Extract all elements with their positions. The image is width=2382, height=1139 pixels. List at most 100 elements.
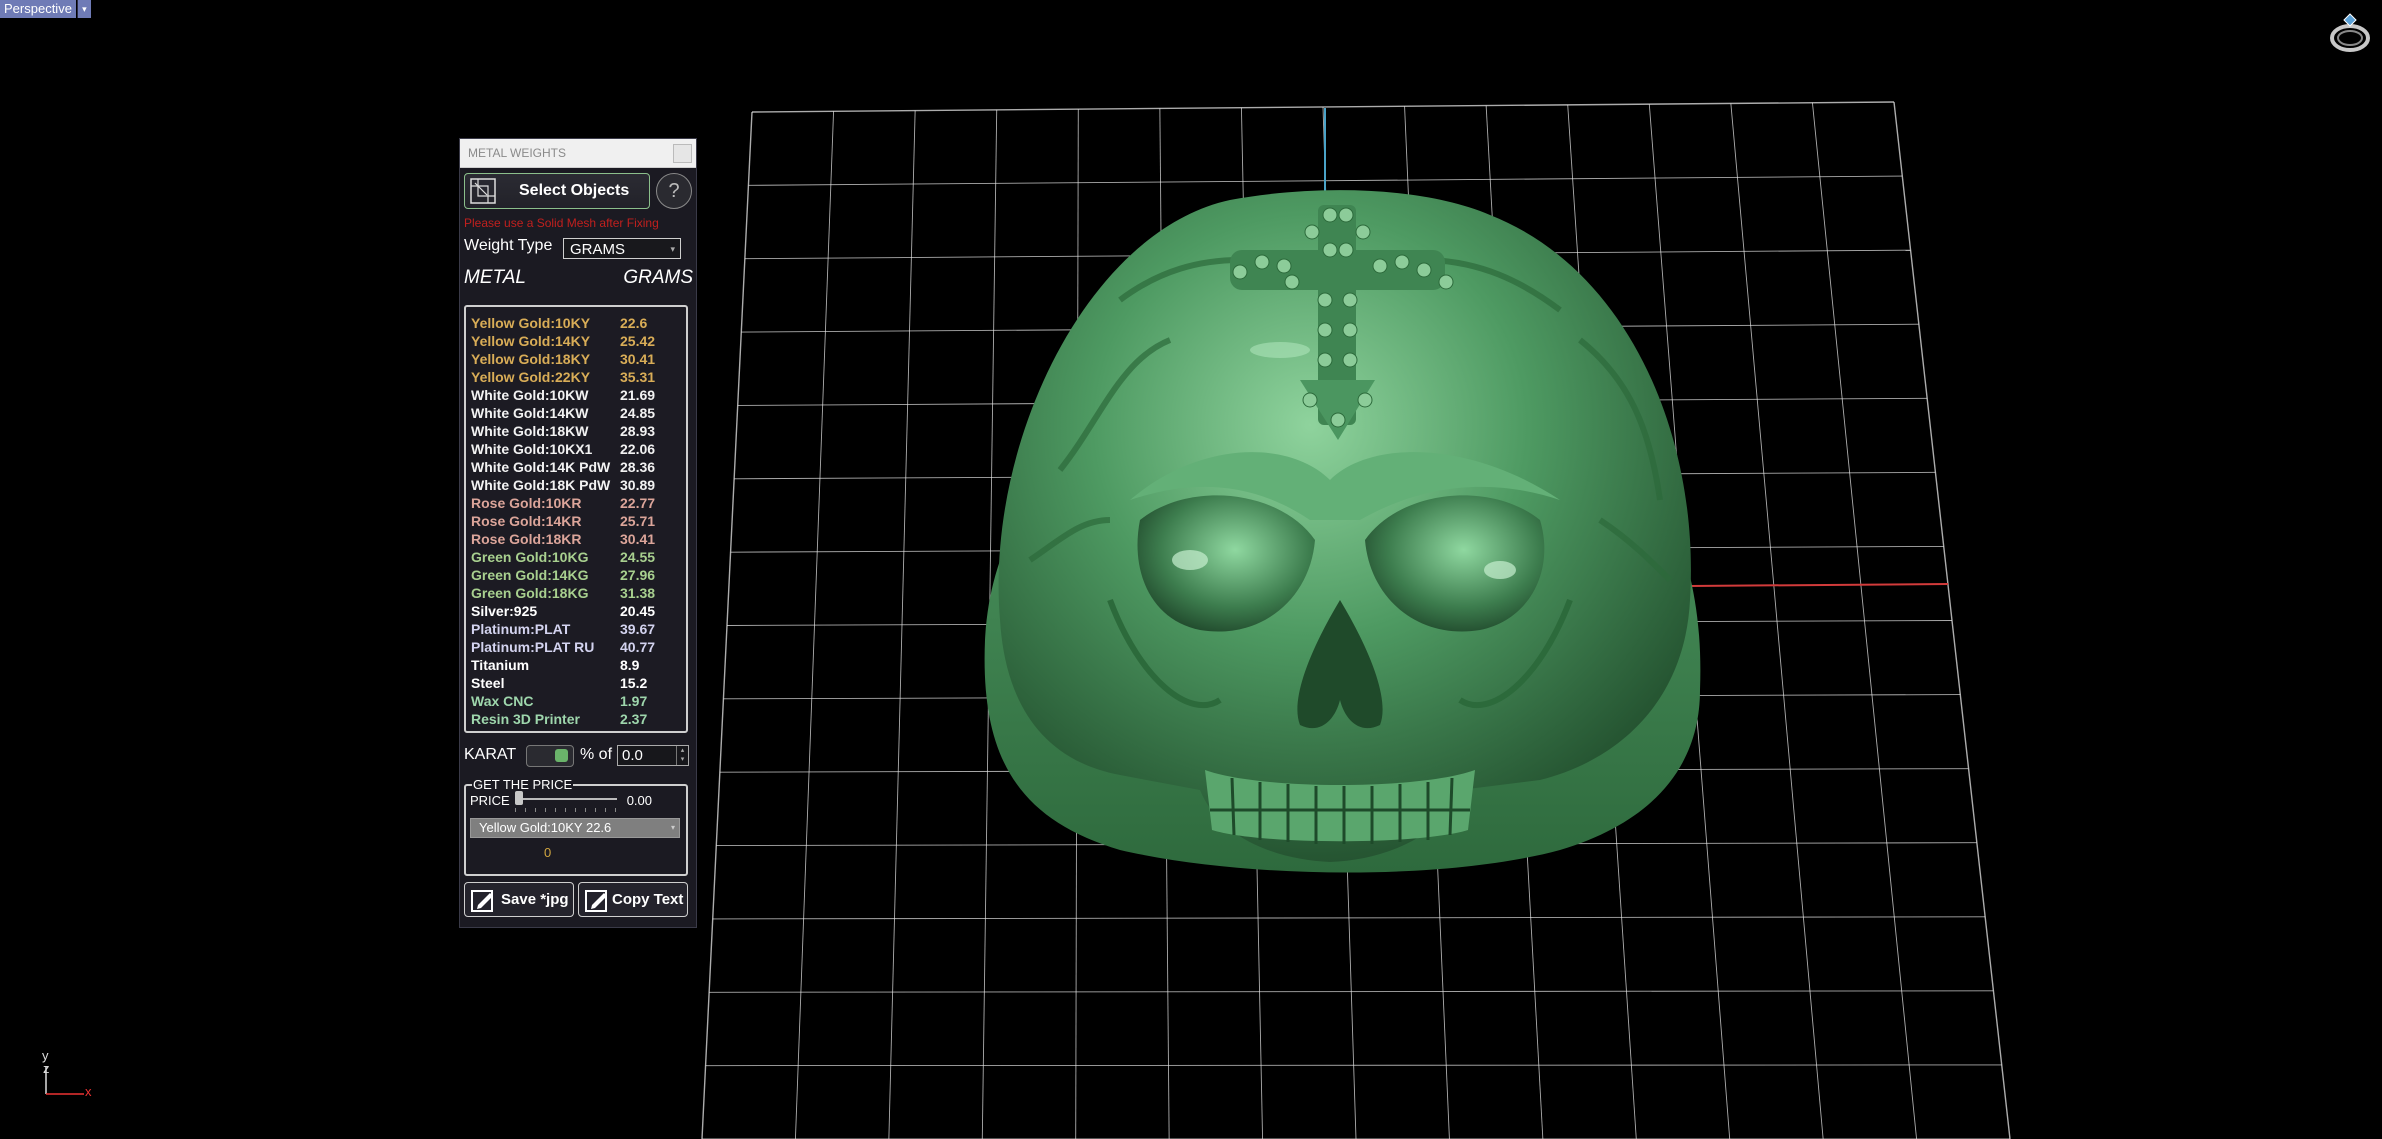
price-metal-select[interactable]: Yellow Gold:10KY 22.6 ▾: [470, 818, 680, 838]
spinner-icon[interactable]: ▴ ▾: [676, 746, 688, 765]
price-selected-metal: Yellow Gold:10KY 22.6: [479, 820, 612, 835]
metal-grams: 31.38: [620, 585, 656, 601]
metal-name: Titanium: [471, 657, 530, 673]
metal-row[interactable]: White Gold:10KW 21.69: [466, 386, 686, 404]
metal-row[interactable]: White Gold:14K PdW 28.36: [466, 458, 686, 476]
price-total: 0: [544, 845, 552, 860]
metal-grams: 25.71: [620, 513, 656, 529]
weight-type-value: GRAMS: [570, 241, 626, 258]
metal-grams: 40.77: [620, 639, 656, 655]
price-group-label: GET THE PRICE: [472, 777, 574, 792]
viewport-title[interactable]: Perspective ▾: [0, 0, 91, 18]
karat-label: KARAT: [464, 746, 517, 763]
price-slider-track[interactable]: [515, 798, 617, 800]
metal-column-header: METAL: [464, 267, 526, 288]
metal-grams: 22.6: [620, 315, 648, 331]
edit-icon: [585, 889, 607, 912]
metal-row[interactable]: Rose Gold:14KR 25.71: [466, 512, 686, 530]
metal-row[interactable]: White Gold:18KW 28.93: [466, 422, 686, 440]
karat-toggle-indicator: [555, 749, 568, 762]
metal-row[interactable]: Green Gold:10KG 24.55: [466, 548, 686, 566]
help-button[interactable]: ?: [656, 173, 692, 209]
metal-grams: 35.31: [620, 369, 656, 385]
metal-row[interactable]: Platinum:PLAT RU 40.77: [466, 638, 686, 656]
metal-name: Wax CNC: [471, 693, 534, 709]
metal-name: White Gold:10KX1: [471, 441, 593, 457]
metal-row[interactable]: Silver:925 20.45: [466, 602, 686, 620]
metal-grams: 27.96: [620, 567, 656, 583]
price-slider-ticks: [515, 808, 617, 812]
metal-row[interactable]: Yellow Gold:14KY 25.42: [466, 332, 686, 350]
metal-row[interactable]: White Gold:10KX1 22.06: [466, 440, 686, 458]
grams-column-header: GRAMS: [623, 267, 693, 288]
metal-row[interactable]: Resin 3D Printer 2.37: [466, 710, 686, 728]
metal-grams: 2.37: [620, 711, 648, 727]
save-icon: [471, 889, 493, 912]
ring-render-icon[interactable]: [2328, 10, 2372, 54]
percent-value: 0.0: [622, 747, 643, 764]
metal-grams: 24.85: [620, 405, 656, 421]
select-row: Select Objects ?: [464, 173, 692, 209]
karat-toggle[interactable]: [526, 745, 574, 767]
chevron-down-icon: ▾: [670, 823, 675, 832]
metal-row[interactable]: Yellow Gold:18KY 30.41: [466, 350, 686, 368]
price-label: PRICE: [470, 793, 510, 808]
select-objects-button[interactable]: Select Objects: [464, 173, 650, 209]
metal-name: Rose Gold:18KR: [471, 531, 582, 547]
metal-name: White Gold:18K PdW: [471, 477, 611, 493]
viewport-menu-arrow-icon[interactable]: ▾: [76, 0, 91, 18]
metal-row[interactable]: Rose Gold:10KR 22.77: [466, 494, 686, 512]
select-objects-label: Select Objects: [519, 182, 630, 199]
metal-name: White Gold:18KW: [471, 423, 589, 439]
metal-name: Yellow Gold:18KY: [471, 351, 591, 367]
metal-row[interactable]: Yellow Gold:22KY 35.31: [466, 368, 686, 386]
metal-name: Silver:925: [471, 603, 538, 619]
price-slider-thumb[interactable]: [515, 791, 523, 805]
metal-row[interactable]: Steel 15.2: [466, 674, 686, 692]
skull-ring-model[interactable]: [984, 190, 1701, 873]
metal-row[interactable]: Wax CNC 1.97: [466, 692, 686, 710]
metal-weights-list[interactable]: Yellow Gold:10KY 22.6 Yellow Gold:14KY 25.4…: [464, 305, 688, 733]
metal-grams: 39.67: [620, 621, 656, 637]
copy-text-label: Copy Text: [612, 891, 684, 908]
metal-grams: 30.41: [620, 351, 656, 367]
metal-grams: 28.36: [620, 459, 656, 475]
metal-grams: 30.89: [620, 477, 656, 493]
x-axis-line: [1689, 583, 1949, 587]
percent-of-label: % of: [580, 746, 613, 763]
metal-name: Green Gold:18KG: [471, 585, 589, 601]
metal-row[interactable]: Yellow Gold:10KY 22.6: [466, 314, 686, 332]
metal-name: White Gold:10KW: [471, 387, 589, 403]
metal-row[interactable]: Green Gold:14KG 27.96: [466, 566, 686, 584]
save-jpg-button[interactable]: Save *jpg: [464, 882, 574, 917]
metal-row[interactable]: Rose Gold:18KR 30.41: [466, 530, 686, 548]
metal-row[interactable]: Green Gold:18KG 31.38: [466, 584, 686, 602]
metal-name: White Gold:14KW: [471, 405, 589, 421]
axis-x-label: x: [85, 1084, 92, 1099]
metal-grams: 24.55: [620, 549, 656, 565]
select-objects-icon: [470, 178, 496, 204]
copy-text-button[interactable]: Copy Text: [578, 882, 688, 917]
percent-input[interactable]: 0.0 ▴ ▾: [617, 745, 689, 766]
metal-row[interactable]: White Gold:14KW 24.85: [466, 404, 686, 422]
price-value: 0.00: [626, 793, 652, 808]
metal-name: Rose Gold:14KR: [471, 513, 582, 529]
metal-grams: 15.2: [620, 675, 648, 691]
panel-close-button[interactable]: [673, 144, 692, 163]
axis-gizmo: y z x: [34, 1048, 104, 1104]
metal-row[interactable]: White Gold:18K PdW 30.89: [466, 476, 686, 494]
metal-name: Platinum:PLAT: [471, 621, 571, 637]
viewport-name[interactable]: Perspective: [0, 0, 76, 18]
metal-grams: 8.9: [620, 657, 640, 673]
metal-grams: 30.41: [620, 531, 656, 547]
price-group: GET THE PRICE PRICE 0.00 Yellow Gold:10K…: [464, 777, 688, 876]
weight-type-select[interactable]: GRAMS ▾: [563, 238, 681, 259]
panel-titlebar[interactable]: METAL WEIGHTS: [460, 139, 696, 168]
metal-name: White Gold:14K PdW: [471, 459, 611, 475]
metal-grams: 21.69: [620, 387, 656, 403]
metal-row[interactable]: Platinum:PLAT 39.67: [466, 620, 686, 638]
metal-grams: 28.93: [620, 423, 656, 439]
viewport-scene[interactable]: [0, 0, 2382, 1139]
metal-row[interactable]: Titanium 8.9: [466, 656, 686, 674]
chevron-down-icon: ▾: [670, 244, 675, 254]
